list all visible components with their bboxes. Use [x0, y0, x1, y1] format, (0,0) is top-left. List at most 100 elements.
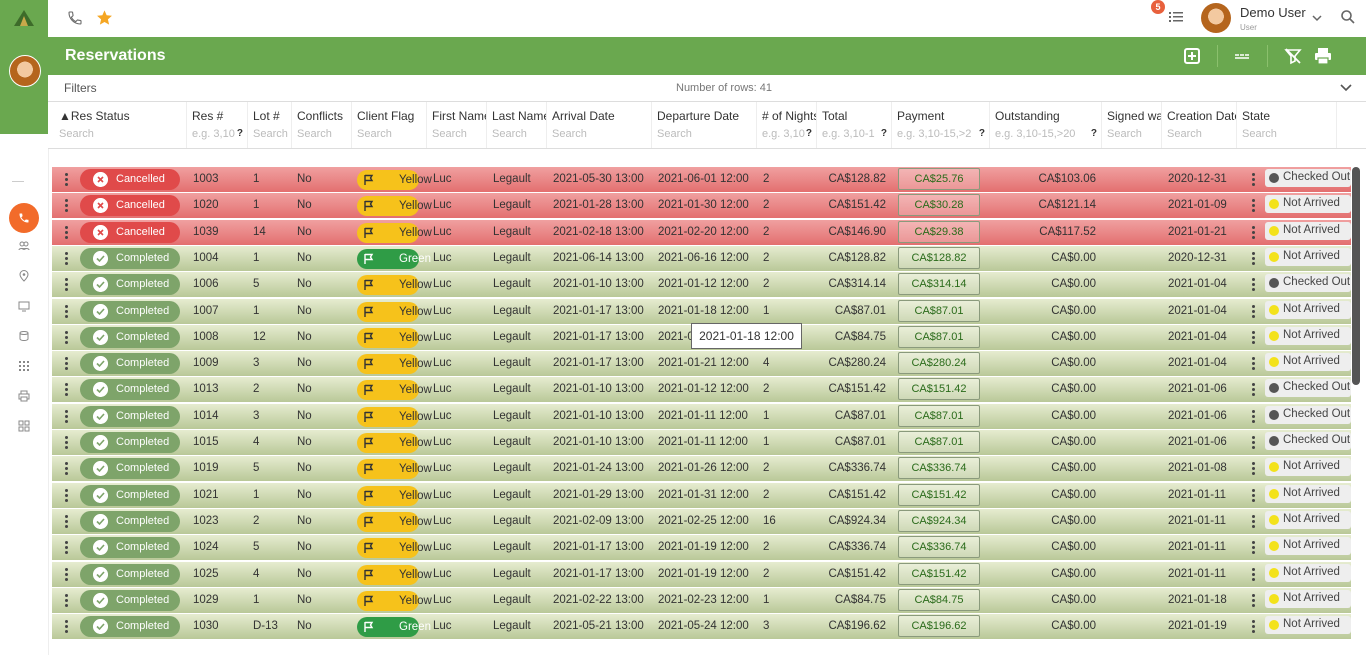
database-icon[interactable]: [18, 330, 30, 342]
filters-label[interactable]: Filters: [64, 81, 97, 95]
user-name[interactable]: Demo User: [1240, 5, 1306, 20]
column-header-payment[interactable]: Payment e.g. 3,10-15,>2?: [892, 102, 990, 148]
print-icon[interactable]: [1313, 46, 1333, 66]
column-header-res-status[interactable]: ▲Res Status Search: [54, 102, 187, 148]
row-menu-icon[interactable]: [65, 436, 69, 450]
column-title[interactable]: Lot #: [253, 109, 280, 123]
table-row[interactable]: Completed 1013 2 No Yellow Luc Legault 2021-01-…: [52, 377, 1351, 404]
row-menu-icon[interactable]: [65, 567, 69, 582]
state-menu-icon[interactable]: [1252, 251, 1256, 266]
row-menu-icon[interactable]: [65, 541, 69, 555]
column-title[interactable]: State: [1242, 109, 1270, 123]
payment-button[interactable]: CA$25.76: [898, 168, 980, 190]
column-filter-input[interactable]: Search: [357, 128, 392, 140]
scrollbar[interactable]: [1351, 165, 1361, 655]
table-row[interactable]: Completed 1025 4 No Yellow Luc Legault 2021-01-…: [52, 561, 1351, 588]
column-title[interactable]: Client Flag: [357, 109, 414, 123]
row-menu-icon[interactable]: [65, 593, 69, 608]
search-icon[interactable]: [1340, 9, 1356, 25]
state-menu-icon[interactable]: [1252, 199, 1256, 213]
column-header-first-name[interactable]: First Name Search: [427, 102, 487, 148]
state-badge[interactable]: Not Arrived: [1265, 484, 1351, 503]
state-menu-icon[interactable]: [1252, 567, 1256, 582]
help-icon[interactable]: ?: [1091, 128, 1097, 139]
state-badge[interactable]: Not Arrived: [1265, 510, 1351, 529]
state-menu-icon[interactable]: [1252, 330, 1256, 345]
column-title[interactable]: Payment: [897, 109, 944, 123]
help-icon[interactable]: ?: [806, 128, 812, 139]
column-title[interactable]: Arrival Date: [552, 109, 615, 123]
scrollbar-thumb[interactable]: [1352, 167, 1360, 385]
column-title[interactable]: Departure Date: [657, 109, 739, 123]
row-menu-icon[interactable]: [65, 488, 69, 503]
state-badge[interactable]: Not Arrived: [1265, 616, 1351, 635]
state-menu-icon[interactable]: [1252, 225, 1256, 240]
table-row[interactable]: Cancelled 1003 1 No Yellow Luc Legault 2021-05-…: [52, 167, 1351, 193]
star-icon[interactable]: [96, 9, 113, 26]
state-badge[interactable]: Checked Out: [1265, 169, 1351, 187]
column-filter-input[interactable]: e.g. 3,10: [762, 128, 805, 140]
state-menu-icon[interactable]: [1252, 436, 1256, 450]
payment-button[interactable]: CA$87.01: [898, 431, 980, 453]
table-row[interactable]: Completed 1004 1 No Green Luc Legault 2021-06-1…: [52, 245, 1351, 272]
payment-button[interactable]: CA$314.14: [898, 273, 980, 296]
grid-icon[interactable]: [18, 360, 30, 372]
chevron-down-icon[interactable]: [1312, 13, 1322, 23]
column-filter-input[interactable]: Search: [59, 128, 94, 140]
column-header-nights[interactable]: # of Nights e.g. 3,10?: [757, 102, 817, 148]
users-icon[interactable]: [18, 240, 30, 252]
column-header-departure-date[interactable]: Departure Date Search: [652, 102, 757, 148]
state-menu-icon[interactable]: [1252, 173, 1256, 187]
state-menu-icon[interactable]: [1252, 278, 1256, 292]
column-filter-input[interactable]: e.g. 3,10-1: [822, 128, 875, 140]
column-filter-input[interactable]: Search: [432, 128, 467, 140]
state-menu-icon[interactable]: [1252, 514, 1256, 529]
row-menu-icon[interactable]: [65, 173, 69, 187]
column-title[interactable]: Res #: [192, 109, 223, 123]
state-badge[interactable]: Not Arrived: [1265, 537, 1351, 556]
column-filter-input[interactable]: e.g. 3,10-15,>2: [897, 128, 971, 140]
row-menu-icon[interactable]: [65, 620, 69, 634]
column-header-last-name[interactable]: Last Name Search: [487, 102, 547, 148]
logo-icon[interactable]: [12, 8, 36, 28]
column-header-outstanding[interactable]: Outstanding e.g. 3,10-15,>20?: [990, 102, 1102, 148]
column-filter-input[interactable]: Search: [552, 128, 587, 140]
state-badge[interactable]: Checked Out: [1265, 274, 1351, 293]
table-row[interactable]: Completed 1014 3 No Yellow Luc Legault 2021-01-…: [52, 403, 1351, 430]
row-menu-icon[interactable]: [65, 330, 69, 345]
state-badge[interactable]: Not Arrived: [1265, 353, 1351, 372]
row-menu-icon[interactable]: [65, 462, 69, 476]
table-row[interactable]: Completed 1007 1 No Yellow Luc Legault 2021-01-…: [52, 298, 1351, 325]
payment-button[interactable]: CA$151.42: [898, 562, 980, 585]
help-icon[interactable]: ?: [979, 128, 985, 139]
table-row[interactable]: Completed 1023 2 No Yellow Luc Legault 2021-02-…: [52, 508, 1351, 535]
column-header-conflicts[interactable]: Conflicts Search: [292, 102, 352, 148]
state-menu-icon[interactable]: [1252, 462, 1256, 476]
state-badge[interactable]: Checked Out: [1265, 379, 1351, 398]
column-title[interactable]: # of Nights: [762, 109, 816, 123]
table-row[interactable]: Completed 1029 1 No Yellow Luc Legault 2021-02-…: [52, 587, 1351, 614]
monitor-icon[interactable]: [18, 300, 30, 312]
column-filter-input[interactable]: Search: [657, 128, 692, 140]
add-icon[interactable]: [1182, 46, 1202, 66]
clear-filter-icon[interactable]: [1283, 46, 1303, 66]
table-row[interactable]: Completed 1021 1 No Yellow Luc Legault 2021-01-…: [52, 482, 1351, 509]
column-title[interactable]: First Name: [432, 109, 486, 123]
table-row[interactable]: Completed 1006 5 No Yellow Luc Legault 2021-01-…: [52, 272, 1351, 299]
payment-button[interactable]: CA$924.34: [898, 509, 980, 532]
column-header-res-number[interactable]: Res # e.g. 3,10?: [187, 102, 248, 148]
location-icon[interactable]: [18, 270, 30, 282]
state-menu-icon[interactable]: [1252, 488, 1256, 503]
state-badge[interactable]: Not Arrived: [1265, 300, 1351, 319]
column-header-arrival-date[interactable]: Arrival Date Search: [547, 102, 652, 148]
row-menu-icon[interactable]: [65, 357, 69, 371]
row-menu-icon[interactable]: [65, 383, 69, 397]
table-row[interactable]: Completed 1009 3 No Yellow Luc Legault 2021-01-…: [52, 351, 1351, 378]
row-menu-icon[interactable]: [65, 278, 69, 292]
column-title[interactable]: Outstanding: [995, 109, 1060, 123]
state-badge[interactable]: Not Arrived: [1265, 589, 1351, 608]
table-row[interactable]: Completed 1015 4 No Yellow Luc Legault 2021-01-…: [52, 430, 1351, 456]
state-badge[interactable]: Not Arrived: [1265, 221, 1351, 240]
column-header-lot-number[interactable]: Lot # Search: [248, 102, 292, 148]
list-icon[interactable]: [1168, 9, 1184, 25]
